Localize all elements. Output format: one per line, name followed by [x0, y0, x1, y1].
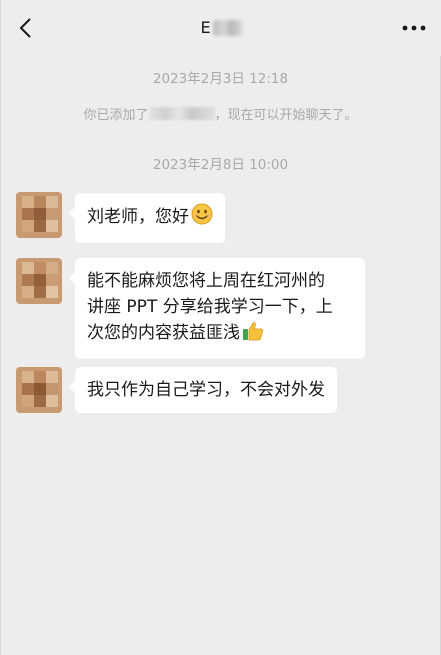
avatar[interactable]	[16, 258, 62, 304]
thumbs-up-emoji-icon	[242, 321, 264, 349]
more-dots-icon	[402, 25, 426, 31]
avatar[interactable]	[16, 192, 62, 238]
message-text-line: 次您的内容获益匪浅	[87, 320, 353, 349]
message-text: 我只作为自己学习，不会对外发	[87, 380, 325, 400]
chat-header: E	[1, 0, 441, 56]
contact-name: E	[200, 18, 211, 37]
message-bubble[interactable]: 刘老师，您好	[69, 193, 225, 243]
system-message: 你已添加了 ，现在可以开始聊天了。	[1, 104, 440, 123]
chat-title: E	[1, 17, 441, 39]
friend-name-redacted	[148, 107, 215, 120]
timestamp: 2023年2月3日 12:18	[152, 71, 289, 87]
more-button[interactable]	[400, 16, 428, 40]
chat-window: E 2023年2月3日 12:18 你已添加了 ，现在可以开始聊天了。 2023年…	[0, 0, 441, 655]
contact-name-redacted	[212, 19, 243, 36]
message-text-line: 讲座 PPT 分享给我学习一下，上	[87, 297, 333, 317]
smile-emoji-icon	[191, 203, 213, 233]
message-bubble[interactable]: 能不能麻烦您将上周在红河州的 讲座 PPT 分享给我学习一下，上 次您的内容获益…	[69, 258, 365, 359]
system-message-prefix: 你已添加了	[83, 108, 149, 123]
message-bubble[interactable]: 我只作为自己学习，不会对外发	[69, 367, 337, 413]
message-text: 刘老师，您好	[87, 207, 189, 227]
message-text: 次您的内容获益匪浅	[87, 323, 240, 343]
avatar[interactable]	[16, 367, 62, 413]
message-text-line: 能不能麻烦您将上周在红河州的	[87, 271, 325, 291]
system-message-suffix: ，现在可以开始聊天了。	[214, 108, 358, 123]
timestamp: 2023年2月8日 10:00	[152, 157, 289, 173]
